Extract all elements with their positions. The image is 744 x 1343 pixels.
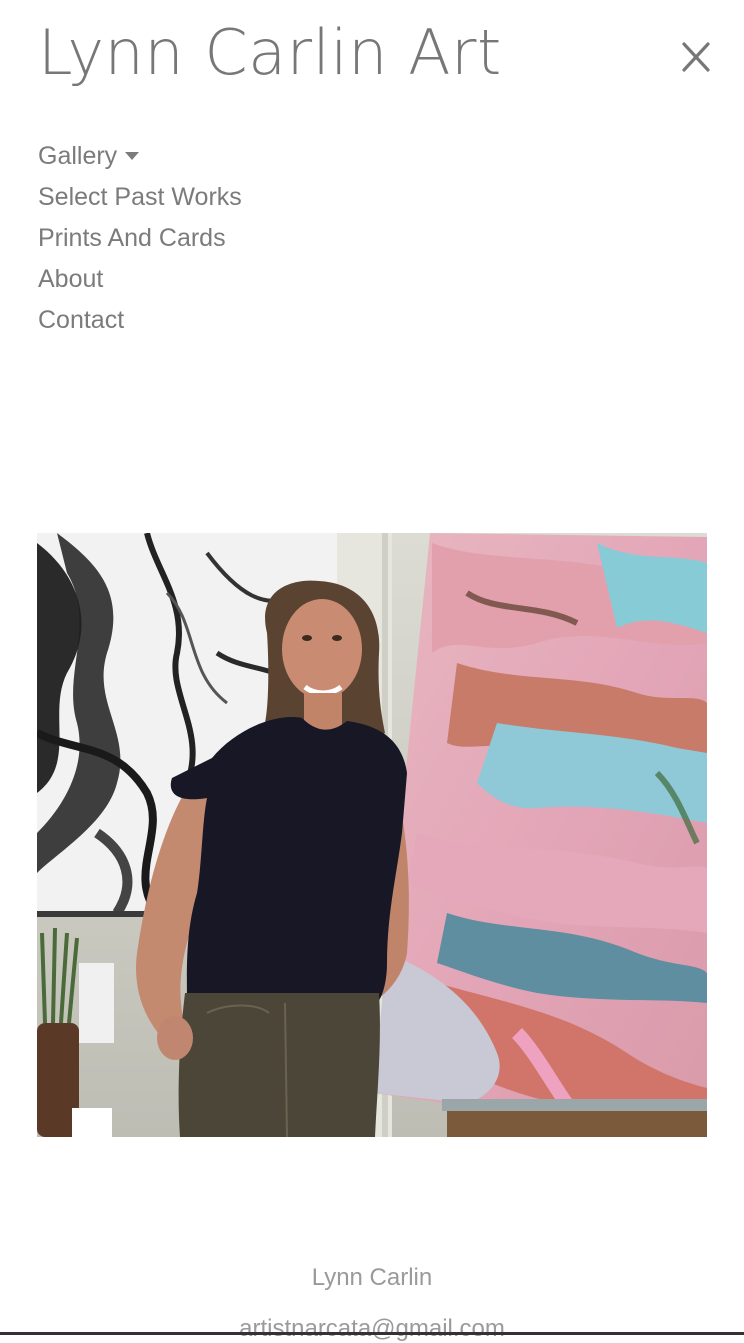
nav-item-contact[interactable]: Contact [38, 300, 242, 341]
nav-item-gallery[interactable]: Gallery [38, 136, 242, 177]
main-nav: Gallery Select Past Works Prints And Car… [38, 136, 242, 341]
close-icon [682, 42, 710, 72]
nav-item-select-past-works[interactable]: Select Past Works [38, 177, 242, 218]
nav-item-label: About [38, 265, 104, 293]
close-menu-button[interactable] [676, 38, 714, 78]
artist-photo [37, 533, 707, 1137]
nav-item-prints-and-cards[interactable]: Prints And Cards [38, 218, 242, 259]
nav-item-label: Select Past Works [38, 183, 242, 211]
nav-item-label: Contact [38, 306, 125, 334]
artist-photo-illustration [37, 533, 707, 1137]
footer-email-link[interactable]: artistnarcata@gmail.com [0, 1315, 744, 1343]
footer-name: Lynn Carlin [311, 1264, 433, 1291]
nav-item-label: Gallery [38, 142, 118, 170]
nav-item-label: Prints And Cards [38, 224, 226, 252]
caret-down-icon [125, 152, 140, 160]
site-title[interactable]: Lynn Carlin Art [38, 22, 502, 84]
nav-item-about[interactable]: About [38, 259, 242, 300]
